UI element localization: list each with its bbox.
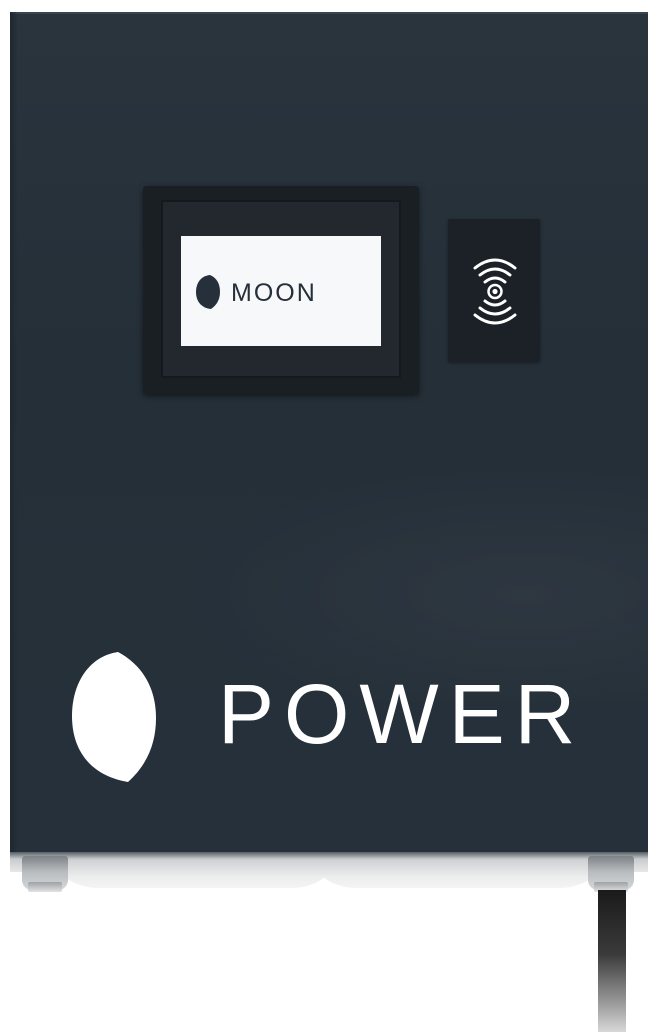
touch-display-frame: MOON [161,200,401,378]
surface-reflection [160,462,648,702]
touch-display-bezel: MOON [143,186,419,394]
bottom-tray-right [318,860,598,888]
moon-crescent-icon [72,652,156,782]
charging-station-photo: MOON POWER [0,0,648,1032]
moon-crescent-icon [196,275,220,309]
cable-gland-nut [28,882,62,892]
brand-text: POWER [218,667,586,761]
rfid-reader-panel[interactable] [448,219,540,362]
touch-display-screen[interactable]: MOON [181,236,381,346]
cable-gland-left [22,856,68,892]
power-cable [598,890,626,1032]
bottom-tray-left [60,860,330,888]
cable-gland-right [588,856,634,892]
contactless-rfid-icon [473,258,517,325]
screen-logo-text: MOON [231,279,317,307]
